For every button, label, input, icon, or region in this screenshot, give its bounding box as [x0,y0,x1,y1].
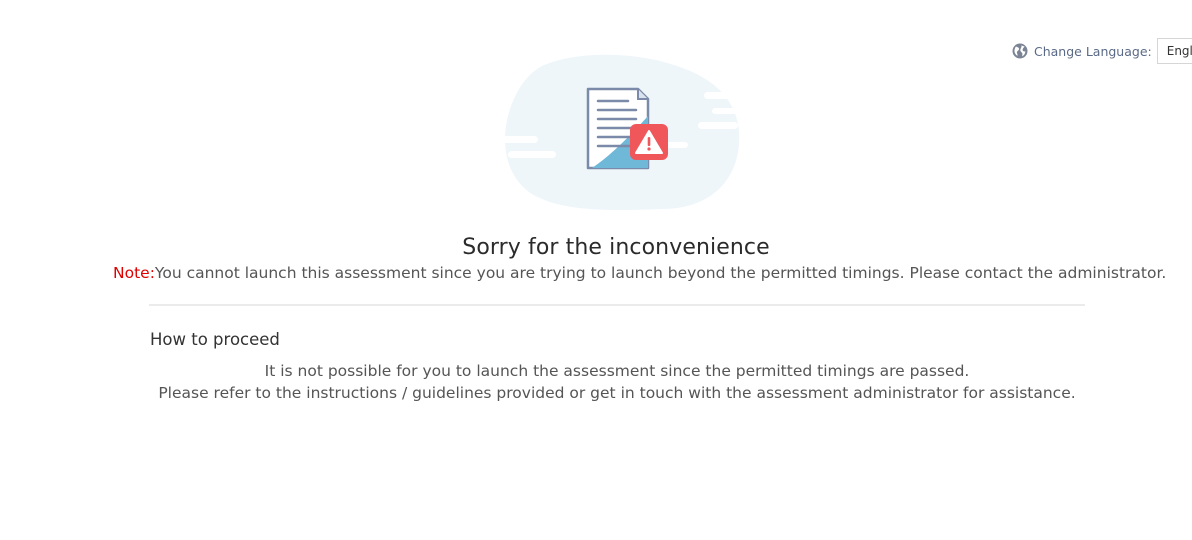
proceed-line-2: Please refer to the instructions / guide… [158,384,1076,402]
note-label: Note: [113,264,155,282]
document-warning-icon [502,44,746,214]
divider [149,304,1085,306]
change-language-label: Change Language: [1034,43,1152,59]
error-page: Change Language: English [0,0,1192,540]
proceed-instructions: It is not possible for you to launch the… [0,360,1192,404]
globe-icon [1012,43,1028,59]
language-select[interactable]: English [1156,38,1192,64]
note-text: You cannot launch this assessment since … [154,264,1167,282]
proceed-line-1: It is not possible for you to launch the… [264,362,970,380]
proceed-heading: How to proceed [150,330,280,349]
page-title: Sorry for the inconvenience [462,235,770,260]
language-switcher: Change Language: English [1012,37,1192,65]
error-note: Note:You cannot launch this assessment s… [113,264,1166,282]
